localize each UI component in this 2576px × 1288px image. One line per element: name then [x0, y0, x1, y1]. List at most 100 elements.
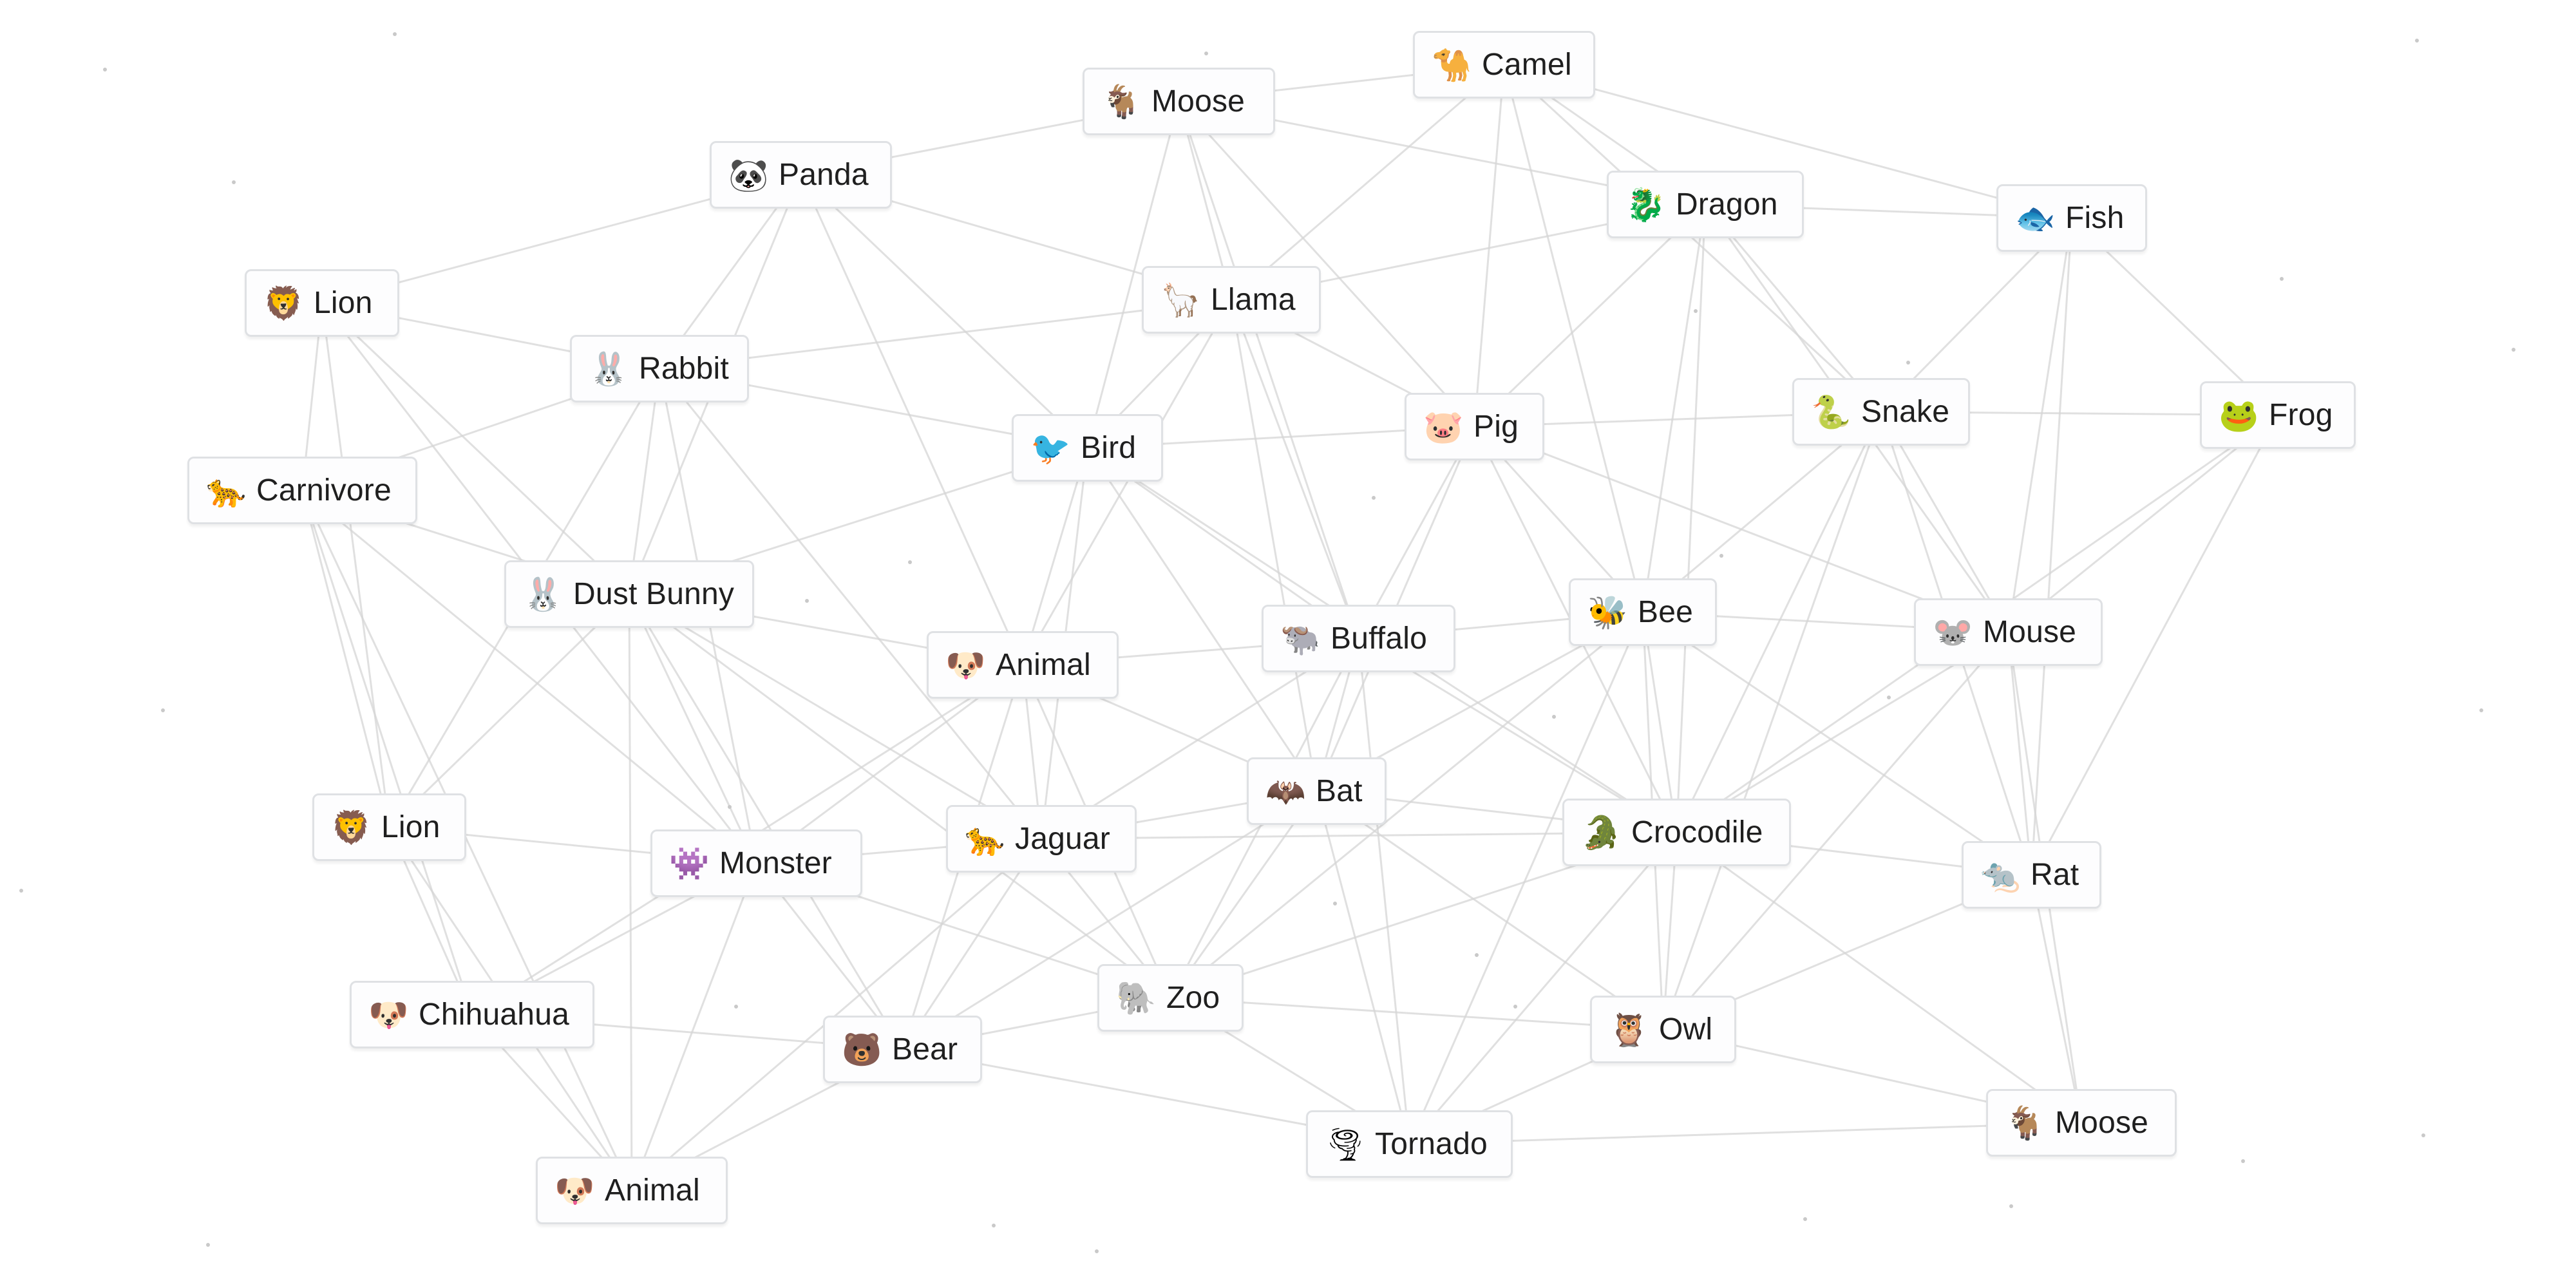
background-dot: [2009, 1204, 2013, 1208]
element-item-animal-2[interactable]: 🐶 Animal: [536, 1157, 728, 1224]
item-label: Buffalo: [1331, 621, 1427, 656]
connection-line-buffalo-tornado: [1358, 638, 1410, 1144]
item-label: Moose: [1151, 84, 1245, 118]
connection-line-llama-buffalo: [1230, 299, 1359, 639]
element-item-fish[interactable]: 🐟 Fish: [1996, 184, 2147, 252]
connection-line-moose-1-buffalo: [1178, 101, 1359, 639]
item-label: Lion: [314, 286, 373, 320]
item-label: Moose: [2055, 1106, 2149, 1140]
item-label: Bat: [1316, 774, 1363, 808]
background-dot: [2241, 1159, 2245, 1163]
background-dot: [206, 1243, 210, 1247]
lion-icon: 🦁: [331, 809, 372, 846]
item-label: Animal: [996, 648, 1091, 682]
item-label: Rat: [2031, 858, 2079, 892]
bee-icon: 🐝: [1587, 594, 1628, 630]
background-dot: [1719, 554, 1723, 558]
element-item-mouse[interactable]: 🐭 Mouse: [1914, 598, 2103, 666]
connection-line-monster-animal-2: [630, 862, 757, 1191]
element-item-owl[interactable]: 🦉 Owl: [1590, 996, 1736, 1063]
connection-line-dust-bunny-bear: [628, 593, 904, 1050]
item-label: Chihuahua: [419, 998, 569, 1032]
item-label: Camel: [1482, 48, 1572, 82]
element-item-rabbit[interactable]: 🐰 Rabbit: [570, 335, 749, 402]
element-item-panda[interactable]: 🐼 Panda: [710, 141, 892, 209]
background-dot: [1552, 715, 1556, 719]
panda-icon: 🐼: [728, 156, 769, 193]
bear-icon: 🐻: [842, 1031, 882, 1068]
item-label: Snake: [1861, 395, 1950, 429]
bat-icon: 🦇: [1265, 773, 1306, 810]
background-dot: [1906, 361, 1910, 365]
element-item-animal-1[interactable]: 🐶 Animal: [927, 631, 1119, 699]
element-item-crocodile[interactable]: 🐊 Crocodile: [1562, 799, 1791, 866]
background-dot: [2512, 348, 2515, 352]
element-item-dragon[interactable]: 🐉 Dragon: [1607, 171, 1804, 238]
element-item-bee[interactable]: 🐝 Bee: [1569, 578, 1717, 646]
element-item-tornado[interactable]: 🌪 Tornado: [1306, 1110, 1513, 1178]
item-label: Pig: [1473, 410, 1519, 444]
item-label: Fish: [2065, 201, 2125, 235]
background-dot: [1372, 496, 1376, 500]
element-item-dust-bunny[interactable]: 🐰 Dust Bunny: [504, 560, 754, 628]
element-item-jaguar[interactable]: 🐆 Jaguar: [946, 805, 1137, 873]
pig-icon: 🐷: [1423, 408, 1464, 445]
item-label: Bird: [1081, 431, 1137, 465]
element-item-buffalo[interactable]: 🐃 Buffalo: [1262, 605, 1455, 672]
owl-icon: 🦉: [1609, 1011, 1649, 1048]
item-label: Bear: [892, 1032, 958, 1066]
background-dot: [1475, 953, 1479, 957]
item-label: Tornado: [1375, 1127, 1488, 1161]
background-dot: [393, 32, 397, 36]
item-label: Dragon: [1676, 187, 1778, 222]
element-item-monster[interactable]: 👾 Monster: [650, 829, 862, 897]
item-label: Owl: [1659, 1012, 1713, 1046]
connection-line-fish-rat: [2031, 218, 2073, 875]
elephant-icon: 🐘: [1116, 980, 1157, 1016]
element-item-snake[interactable]: 🐍 Snake: [1792, 378, 1970, 446]
element-item-carnivore[interactable]: 🐆 Carnivore: [187, 457, 417, 524]
element-item-moose-2[interactable]: 🐐 Moose: [1986, 1089, 2177, 1157]
dog-icon: 🐶: [554, 1172, 595, 1209]
connection-line-rat-moose-2: [2031, 875, 2083, 1123]
crafting-canvas[interactable]: 🐐 Moose 🐪 Camel 🐼 Panda 🐉 Dragon 🐟 Fish …: [0, 0, 2576, 1288]
background-dot: [103, 68, 107, 71]
element-item-rat[interactable]: 🐀 Rat: [1962, 841, 2101, 909]
connection-line-bat-tornado: [1316, 791, 1410, 1144]
item-label: Llama: [1211, 283, 1296, 317]
crocodile-icon: 🐊: [1581, 814, 1622, 851]
connection-line-fish-mouse: [2007, 218, 2073, 632]
background-dot: [1333, 902, 1337, 905]
background-dot: [1887, 696, 1891, 699]
element-item-chihuahua[interactable]: 🐶 Chihuahua: [350, 981, 594, 1048]
element-item-pig[interactable]: 🐷 Pig: [1405, 393, 1544, 460]
connection-line-llama-animal-1: [1021, 299, 1233, 666]
background-dot: [728, 805, 732, 809]
background-dot: [232, 180, 236, 184]
element-item-moose-1[interactable]: 🐐 Moose: [1083, 68, 1275, 135]
leopard-icon: 🐆: [206, 472, 247, 509]
connection-line-dust-bunny-lion-2: [388, 593, 630, 828]
element-item-camel[interactable]: 🐪 Camel: [1413, 31, 1595, 99]
item-label: Rabbit: [639, 352, 729, 386]
element-item-lion-2[interactable]: 🦁 Lion: [312, 793, 466, 861]
lion-icon: 🦁: [263, 285, 304, 321]
element-item-frog[interactable]: 🐸 Frog: [2200, 381, 2356, 449]
mouse-icon: 🐭: [1933, 614, 1973, 650]
element-item-bird[interactable]: 🐦 Bird: [1012, 414, 1163, 482]
rabbit-icon: 🐰: [589, 350, 629, 387]
item-label: Monster: [719, 846, 832, 880]
leopard-icon: 🐆: [965, 820, 1005, 857]
item-label: Jaguar: [1015, 822, 1110, 856]
dog-icon: 🐶: [368, 996, 409, 1033]
element-item-bat[interactable]: 🦇 Bat: [1247, 757, 1387, 825]
item-label: Crocodile: [1631, 815, 1763, 849]
background-dot: [1694, 309, 1698, 313]
element-item-lion-1[interactable]: 🦁 Lion: [245, 269, 399, 337]
item-label: Zoo: [1166, 981, 1220, 1015]
element-item-bear[interactable]: 🐻 Bear: [823, 1016, 982, 1083]
element-item-zoo[interactable]: 🐘 Zoo: [1097, 964, 1244, 1032]
connection-line-carnivore-lion-2: [301, 490, 390, 828]
element-item-llama[interactable]: 🦙 Llama: [1142, 266, 1321, 334]
connection-line-carnivore-chihuahua: [301, 490, 473, 1015]
